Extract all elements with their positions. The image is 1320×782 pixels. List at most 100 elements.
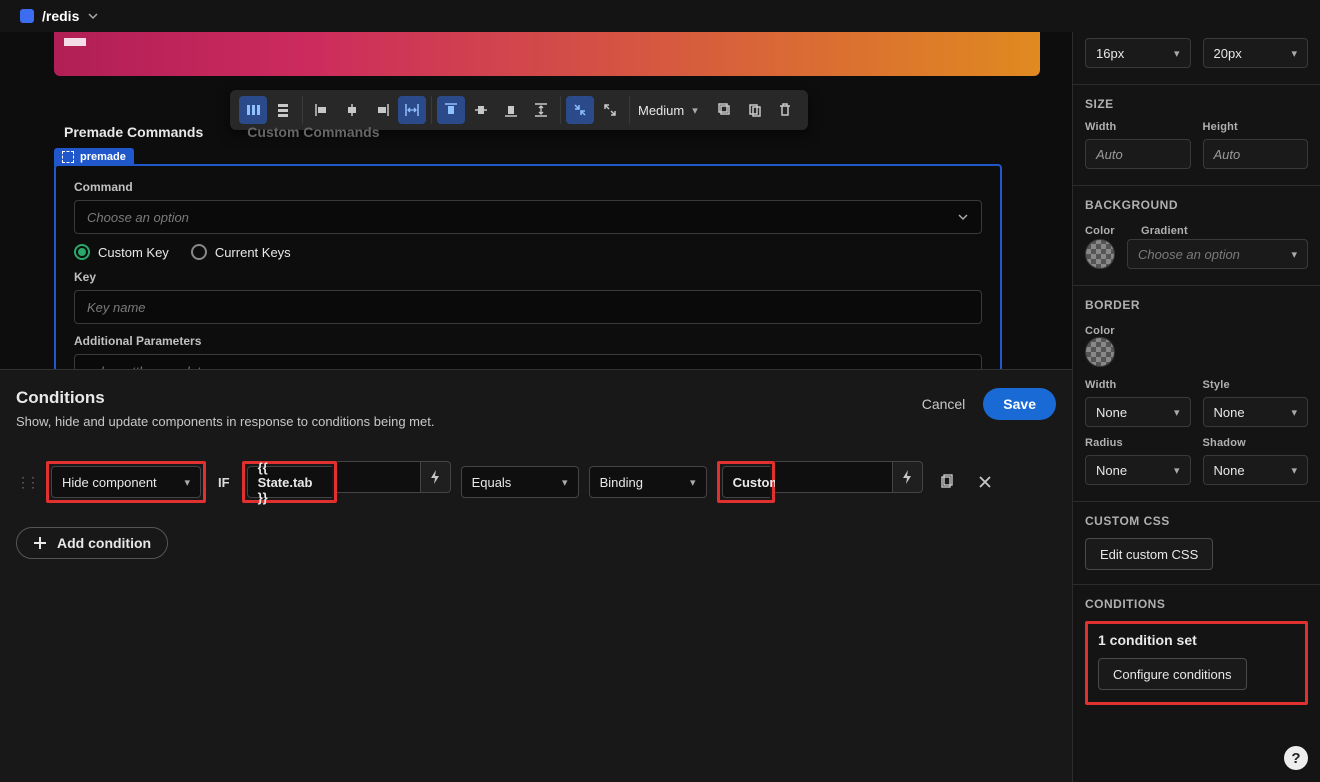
key-label: Key (74, 270, 982, 284)
condition-action-select[interactable]: Hide component ▾ (51, 466, 201, 498)
width-placeholder: Auto (1096, 147, 1123, 162)
direction-row-icon[interactable] (239, 96, 267, 124)
bg-gradient-select[interactable]: Choose an option ▾ (1127, 239, 1308, 269)
border-shadow-select[interactable]: None▾ (1203, 455, 1309, 485)
condition-count-text: 1 condition set (1098, 632, 1295, 648)
lightning-icon[interactable] (893, 461, 923, 493)
h-align-center-icon[interactable] (338, 96, 366, 124)
highlight-conditions-summary: 1 condition set Configure conditions (1085, 621, 1308, 705)
highlight-binding-input: {{ State.tab }} (242, 461, 337, 503)
command-placeholder: Choose an option (87, 210, 189, 225)
duplicate-icon[interactable] (711, 96, 739, 124)
configure-conditions-label: Configure conditions (1113, 667, 1232, 682)
copy-icon[interactable] (741, 96, 769, 124)
chevron-down-icon: ▾ (1174, 464, 1180, 477)
chevron-down-icon: ▾ (1291, 248, 1297, 261)
v-align-bottom-icon[interactable] (497, 96, 525, 124)
chevron-down-icon: ▾ (1291, 464, 1297, 477)
command-label: Command (74, 180, 982, 194)
cancel-button[interactable]: Cancel (922, 396, 966, 412)
h-align-stretch-icon[interactable] (398, 96, 426, 124)
bg-color-swatch[interactable] (1085, 239, 1115, 269)
duplicate-condition-icon[interactable] (933, 468, 961, 496)
command-select[interactable]: Choose an option (74, 200, 982, 234)
padding-v-select[interactable]: 20px ▾ (1203, 38, 1309, 68)
breadcrumb[interactable]: /redis (42, 8, 79, 24)
border-shadow-label: Shadow (1203, 437, 1309, 449)
padding-h-select[interactable]: 16px ▾ (1085, 38, 1191, 68)
highlight-action-select: Hide component ▾ (46, 461, 206, 503)
border-style-label: Style (1203, 379, 1309, 391)
direction-column-icon[interactable] (269, 96, 297, 124)
additional-params-label: Additional Parameters (74, 334, 982, 348)
lightning-icon[interactable] (421, 461, 451, 493)
size-heading: SIZE (1085, 97, 1308, 111)
drag-handle-icon[interactable]: ⋮⋮ (16, 474, 36, 491)
save-button[interactable]: Save (983, 388, 1056, 420)
chevron-down-icon: ▾ (690, 476, 696, 489)
chevron-down-icon: ▾ (184, 476, 190, 489)
edit-custom-css-button[interactable]: Edit custom CSS (1085, 538, 1213, 570)
condition-value-type-select[interactable]: Binding ▾ (589, 466, 707, 498)
component-tag-label: premade (80, 151, 126, 163)
border-style-select[interactable]: None▾ (1203, 397, 1309, 427)
tab-custom-commands[interactable]: Custom Commands (247, 124, 379, 140)
v-align-center-icon[interactable] (467, 96, 495, 124)
padding-h-value: 16px (1096, 46, 1124, 61)
binding-value: {{ State.tab }} (258, 460, 322, 505)
shrink-icon[interactable] (566, 96, 594, 124)
key-placeholder: Key name (87, 300, 146, 315)
size-preset-select[interactable]: Medium ▾ (630, 96, 706, 124)
key-input[interactable]: Key name (74, 290, 982, 324)
border-width-label: Width (1085, 379, 1191, 391)
chevron-down-icon[interactable] (87, 10, 99, 22)
condition-value-input[interactable]: Custom (722, 466, 770, 498)
h-align-right-icon[interactable] (368, 96, 396, 124)
height-label: Height (1203, 121, 1309, 133)
help-icon[interactable]: ? (1284, 746, 1308, 770)
chevron-down-icon: ▾ (1174, 406, 1180, 419)
border-width-select[interactable]: None▾ (1085, 397, 1191, 427)
border-color-swatch[interactable] (1085, 337, 1115, 367)
radio-current-keys[interactable]: Current Keys (191, 244, 291, 260)
bg-gradient-label: Gradient (1141, 225, 1188, 237)
v-align-top-icon[interactable] (437, 96, 465, 124)
width-input[interactable]: Auto (1085, 139, 1191, 169)
width-label: Width (1085, 121, 1191, 133)
radio-custom-key[interactable]: Custom Key (74, 244, 169, 260)
container-icon (62, 151, 74, 163)
condition-operator-select[interactable]: Equals ▾ (461, 466, 579, 498)
add-condition-label: Add condition (57, 535, 151, 551)
breadcrumb-app-icon (20, 9, 34, 23)
border-radius-select[interactable]: None▾ (1085, 455, 1191, 485)
configure-conditions-button[interactable]: Configure conditions (1098, 658, 1247, 690)
conditions-heading: CONDITIONS (1085, 597, 1308, 611)
additional-params-input[interactable]: values, ttl, more data (74, 354, 982, 369)
background-heading: BACKGROUND (1085, 198, 1308, 212)
highlight-value-input: Custom (717, 461, 775, 503)
remove-condition-icon[interactable] (971, 468, 999, 496)
radio-label: Custom Key (98, 245, 169, 260)
add-condition-button[interactable]: Add condition (16, 527, 168, 559)
height-input[interactable]: Auto (1203, 139, 1309, 169)
conditions-title: Conditions (16, 388, 434, 408)
border-color-label: Color (1085, 325, 1115, 337)
chevron-down-icon: ▾ (1291, 47, 1297, 60)
grow-icon[interactable] (596, 96, 624, 124)
h-align-left-icon[interactable] (308, 96, 336, 124)
edit-css-label: Edit custom CSS (1100, 547, 1198, 562)
size-preset-label: Medium (638, 103, 684, 118)
app-banner (54, 32, 1040, 76)
chevron-down-icon (957, 211, 969, 223)
tab-premade-commands[interactable]: Premade Commands (64, 124, 203, 140)
condition-binding-input[interactable]: {{ State.tab }} (247, 466, 332, 498)
conditions-panel: Conditions Show, hide and update compone… (0, 369, 1072, 782)
trash-icon[interactable] (771, 96, 799, 124)
custom-css-heading: CUSTOM CSS (1085, 514, 1308, 528)
v-align-stretch-icon[interactable] (527, 96, 555, 124)
selected-component-outline[interactable]: Command Choose an option Custom Key Curr… (54, 164, 1002, 369)
settings-panel: premade 16px ▾ 20px ▾ SIZE Width Auto He… (1072, 0, 1320, 782)
chevron-down-icon: ▾ (1174, 47, 1180, 60)
chevron-down-icon: ▾ (562, 476, 568, 489)
radio-unchecked-icon (191, 244, 207, 260)
